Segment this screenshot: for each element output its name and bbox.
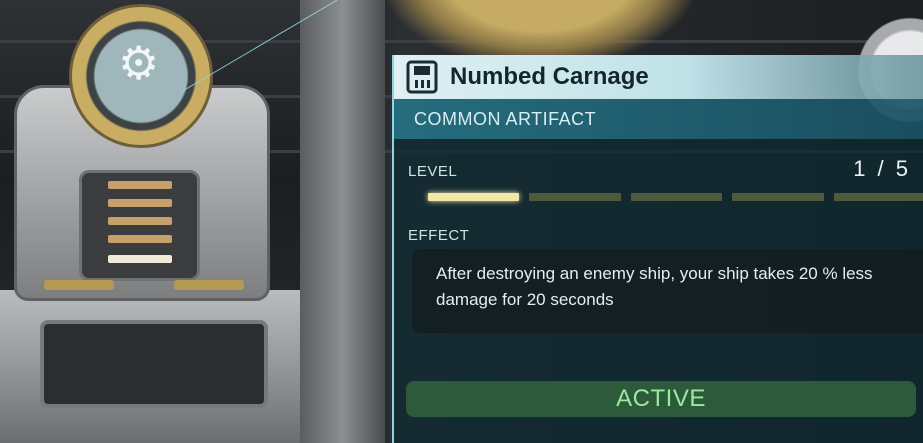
level-progress [428,193,923,201]
active-status-button[interactable]: ACTIVE [406,381,916,417]
pedestal-panel [40,320,268,408]
vent-slat [108,181,172,189]
artifact-vent [79,170,200,281]
artifact-card-icon [402,59,442,95]
tooltip-title-bar: Numbed Carnage [394,55,923,99]
effect-description: After destroying an enemy ship, your shi… [412,249,923,333]
artifact-tooltip: Numbed Carnage COMMON ARTIFACT LEVEL 1 /… [392,55,923,443]
artifact-rune-icon: ⚙ [118,37,160,89]
gold-trim [44,280,114,290]
level-label: LEVEL [408,163,458,180]
artifact-model[interactable]: ⚙ [14,4,270,301]
vent-slat [108,217,172,225]
artifact-rarity: COMMON ARTIFACT [414,108,597,129]
gold-trim [174,280,244,290]
level-segment-empty [529,193,621,201]
level-segment-empty [732,193,824,201]
support-pillar [300,0,385,443]
artifact-name: Numbed Carnage [450,63,649,90]
vent-slat [108,199,172,207]
level-segment-filled [428,193,520,201]
effect-label: EFFECT [408,227,470,244]
vent-slat [108,255,172,263]
level-value: 1 / 5 [853,156,911,181]
level-segment-empty [630,193,723,201]
rarity-bar: COMMON ARTIFACT [394,99,923,139]
level-segment-empty [833,193,923,201]
vent-slat [108,235,172,243]
